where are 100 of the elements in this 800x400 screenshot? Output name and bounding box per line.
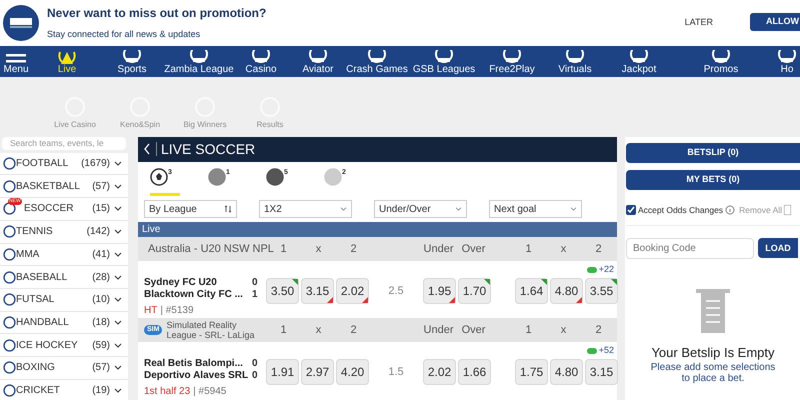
receipt-icon	[696, 288, 730, 333]
load-button[interactable]: LOAD	[758, 238, 798, 258]
filter-dropdown[interactable]: Next goal	[489, 200, 582, 218]
chevron-down-icon	[570, 207, 577, 212]
chevron-down-icon	[114, 342, 122, 348]
odds-button[interactable]: 3.15	[301, 278, 334, 304]
sport-item[interactable]: BASEBALL (28)	[0, 266, 128, 289]
match-status: 1st half 23	[144, 386, 190, 398]
score: 0	[252, 370, 258, 382]
live-title: LIVE SOCCER	[161, 140, 256, 159]
column-header: x	[560, 322, 568, 338]
search-field[interactable]: Search teams, events, le	[2, 137, 126, 150]
empty-text: Please add some selections to place a bet.	[650, 362, 776, 384]
allow-button[interactable]: ALLOW	[750, 13, 800, 31]
sport-item[interactable]: TENNIS (142)	[0, 220, 128, 244]
handicap-line: 2.5	[387, 284, 405, 299]
column-header: Over	[460, 322, 486, 338]
column-header: Over	[460, 242, 486, 257]
column-header: x	[314, 242, 322, 257]
chevron-down-icon	[114, 320, 122, 325]
odds-button[interactable]: 1.64	[515, 278, 548, 304]
nav-tab[interactable]: Zambia League	[162, 46, 236, 77]
odds-button[interactable]: 1.66	[458, 359, 491, 385]
promo-title: Never want to miss out on promotion?	[47, 5, 266, 22]
match-id: | #5139	[160, 305, 194, 317]
booking-code-field[interactable]: Booking Code	[626, 238, 754, 259]
column-header: 2	[349, 242, 358, 257]
chevron-down-icon	[114, 274, 122, 280]
odds-button[interactable]: 2.02	[423, 359, 456, 385]
odds-button[interactable]: 4.20	[336, 359, 369, 385]
team-name: Blacktown City FC ...	[144, 289, 244, 301]
chevron-down-icon	[114, 388, 122, 393]
nav-tab[interactable]: Casino	[236, 46, 286, 77]
league-name: Australia - U20 NSW NPL	[148, 242, 274, 257]
filter-dropdown[interactable]: Under/Over	[374, 200, 467, 218]
match-status: HT	[144, 305, 158, 317]
chevron-down-icon	[114, 184, 122, 189]
nav-tab[interactable]: Ho	[774, 46, 800, 77]
sport-item[interactable]: HANDBALL (18)	[0, 312, 128, 334]
odds-button[interactable]: 1.75	[515, 359, 548, 385]
column-header: 2	[594, 322, 603, 338]
later-button[interactable]: LATER	[684, 16, 713, 30]
section-bar: Live	[138, 222, 617, 237]
betslip-tab[interactable]: BETSLIP (0)	[626, 143, 800, 163]
nav-tab[interactable]: Free2Play	[484, 46, 540, 77]
betslip-tab[interactable]: MY BETS (0)	[626, 170, 800, 190]
handicap-line: 1.5	[387, 364, 405, 380]
odds-button[interactable]: 4.80	[550, 278, 583, 304]
column-header: x	[560, 242, 568, 257]
sort-icon	[224, 205, 232, 214]
accept-label: Accept Odds Changes	[638, 204, 724, 217]
odds-button[interactable]: 1.95	[423, 278, 456, 304]
odds-button[interactable]: 4.80	[550, 359, 583, 385]
match-id: | #5945	[193, 386, 226, 398]
nav-tab[interactable]: Promos	[668, 46, 774, 77]
nav-tab[interactable]: Jackpot	[610, 46, 668, 77]
sport-item[interactable]: BASKETBALL (57)	[0, 175, 128, 198]
chevron-down-icon	[455, 207, 462, 212]
score: 0	[252, 358, 258, 370]
back-icon[interactable]	[144, 143, 150, 156]
odds-button[interactable]: 3.50	[266, 278, 299, 304]
team-name: Deportivo Alaves SRL	[144, 370, 250, 382]
chevron-down-icon	[114, 297, 122, 302]
nav-tab[interactable]: Live	[32, 46, 102, 77]
odds-button[interactable]: 2.97	[301, 359, 334, 385]
accept-checkbox[interactable]	[626, 205, 636, 216]
column-header: 2	[349, 322, 358, 338]
sport-item[interactable]: FOOTBALL (1679)	[0, 152, 128, 176]
score: 1	[252, 289, 258, 301]
odds-button[interactable]: 2.02	[336, 278, 369, 304]
odds-up-marker	[611, 279, 617, 285]
odds-button[interactable]: 1.70	[458, 278, 491, 304]
column-header: x	[314, 322, 322, 338]
odds-down-marker	[362, 297, 368, 303]
promo-subtitle: Stay connected for all news & updates	[47, 28, 202, 42]
info-icon	[725, 205, 736, 216]
nav-tab[interactable]: Virtuals	[540, 46, 610, 77]
nav-tab[interactable]: Menu	[0, 46, 32, 77]
sport-item[interactable]: ICE HOCKEY (59)	[0, 334, 128, 357]
column-header: Under	[422, 242, 454, 257]
column-header: Under	[422, 322, 454, 338]
sport-item[interactable]: CRICKET (19)	[0, 380, 128, 400]
team-name: Sydney FC U20	[144, 277, 218, 289]
column-header: 1	[524, 322, 533, 338]
sport-item[interactable]: FUTSAL (10)	[0, 288, 128, 312]
nav-tab[interactable]: Sports	[102, 46, 162, 77]
more-markets-count: +22	[598, 262, 614, 276]
sport-item[interactable]: BOXING (57)	[0, 356, 128, 380]
chevron-down-icon	[114, 161, 122, 166]
chevron-down-icon	[114, 206, 122, 212]
column-header: 1	[279, 322, 288, 338]
odds-up-marker	[484, 279, 490, 285]
chevron-down-icon	[340, 207, 347, 212]
filter-dropdown[interactable]: By League	[144, 200, 237, 218]
sport-item[interactable]: MMA (41)	[0, 244, 128, 266]
odds-button[interactable]: 3.55	[585, 278, 618, 304]
filter-dropdown[interactable]: 1X2	[259, 200, 352, 218]
odds-button[interactable]: 3.15	[585, 359, 618, 385]
odds-button[interactable]: 1.91	[266, 359, 299, 385]
chevron-down-icon	[114, 252, 122, 257]
